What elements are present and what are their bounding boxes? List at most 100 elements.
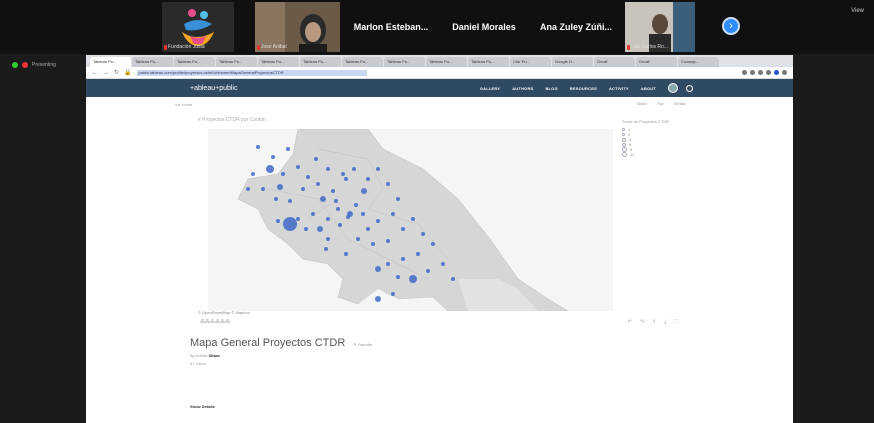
undo-icon[interactable]: ↶ <box>628 319 632 325</box>
project-marker[interactable] <box>386 262 390 266</box>
map-attribution[interactable]: © OpenStreetMap © Mapbox <box>198 310 250 315</box>
project-marker[interactable] <box>344 252 348 256</box>
project-marker[interactable] <box>386 182 390 186</box>
project-marker[interactable] <box>396 197 400 201</box>
browser-tab[interactable]: Tableau Pu... <box>300 57 341 67</box>
participant-tile[interactable]: Fundación Justa <box>162 2 234 52</box>
browser-tab[interactable]: Tableau Pu... <box>426 57 467 67</box>
browser-tab[interactable]: Tableau Pu... <box>132 57 173 67</box>
participant-tile[interactable]: Marlon Esteban... <box>345 2 437 52</box>
browser-tab[interactable]: Tableau Pu... <box>216 57 257 67</box>
download-icon[interactable]: ⤓ <box>664 319 666 325</box>
project-marker[interactable] <box>376 219 380 223</box>
project-marker[interactable] <box>326 237 330 241</box>
project-marker[interactable] <box>386 239 390 243</box>
project-marker[interactable] <box>261 187 265 191</box>
tableau-logo-icon[interactable]: ⁂⁂⁂⁂⁂⁂ <box>200 319 230 325</box>
project-marker[interactable] <box>304 227 308 231</box>
favorite-button[interactable]: Fav <box>657 101 664 106</box>
show-details-link[interactable]: Show Details <box>190 404 215 409</box>
favorite-link[interactable]: ✎ Favorite <box>353 342 372 347</box>
star-icon[interactable] <box>742 70 747 75</box>
fullscreen-icon[interactable]: ⛶ <box>674 319 678 325</box>
project-marker[interactable] <box>326 167 330 171</box>
browser-tab[interactable]: Google D... <box>552 57 593 67</box>
project-marker[interactable] <box>246 187 250 191</box>
menu-icon[interactable] <box>782 70 787 75</box>
project-marker[interactable] <box>334 199 338 203</box>
browser-tab[interactable]: Tableau Pu... <box>342 57 383 67</box>
project-marker[interactable] <box>375 296 381 302</box>
chevron-right-icon[interactable]: › <box>722 17 740 35</box>
view-button[interactable]: View <box>851 8 864 14</box>
search-icon[interactable] <box>686 84 693 92</box>
project-marker[interactable] <box>391 292 395 296</box>
forward-icon[interactable]: → <box>103 70 109 76</box>
project-marker[interactable] <box>341 172 345 176</box>
nav-item-blog[interactable]: BLOG <box>545 86 557 91</box>
project-marker[interactable] <box>336 207 340 211</box>
project-marker[interactable] <box>256 145 260 149</box>
project-marker[interactable] <box>356 237 360 241</box>
share-button[interactable]: Share <box>636 101 647 106</box>
browser-tab[interactable]: Tableau Pu... <box>90 57 131 67</box>
project-marker[interactable] <box>281 172 285 176</box>
browser-tab[interactable]: Ctdr Pu... <box>510 57 551 67</box>
project-marker[interactable] <box>296 165 300 169</box>
project-marker[interactable] <box>361 212 365 216</box>
project-marker[interactable] <box>426 269 430 273</box>
browser-tab[interactable]: Gmail <box>636 57 677 67</box>
project-marker[interactable] <box>283 217 297 231</box>
participant-tile[interactable]: Luis Carlos Ro... <box>625 2 695 52</box>
participant-tile[interactable]: Jose Anibal <box>255 2 340 52</box>
project-marker[interactable] <box>311 212 315 216</box>
url-field[interactable]: public.tableau.com/profile/proyectos.ctd… <box>136 69 367 76</box>
nav-item-authors[interactable]: AUTHORS <box>512 86 533 91</box>
project-marker[interactable] <box>274 197 278 201</box>
breadcrumb[interactable]: Viz Home <box>175 102 192 107</box>
project-marker[interactable] <box>301 187 305 191</box>
tableau-logo[interactable]: +ableau+public <box>190 85 238 92</box>
project-marker[interactable] <box>352 167 356 171</box>
nav-item-resources[interactable]: RESOURCES <box>570 86 597 91</box>
project-marker[interactable] <box>316 182 320 186</box>
extension-icon[interactable] <box>758 70 763 75</box>
project-marker[interactable] <box>306 175 310 179</box>
browser-tab[interactable]: Tableau Pu... <box>258 57 299 67</box>
project-marker[interactable] <box>286 147 290 151</box>
reload-icon[interactable]: ↻ <box>114 69 119 76</box>
project-marker[interactable] <box>441 262 445 266</box>
extension-icon[interactable] <box>750 70 755 75</box>
project-marker[interactable] <box>326 217 330 221</box>
participant-tile[interactable]: Ana Zuley Zúñi... <box>530 2 622 52</box>
back-icon[interactable]: ← <box>92 70 98 76</box>
project-marker[interactable] <box>431 242 435 246</box>
redo-icon[interactable]: ↷ <box>640 319 644 325</box>
costa-rica-map[interactable] <box>208 129 613 311</box>
project-marker[interactable] <box>251 172 255 176</box>
share-icon[interactable]: ⇧ <box>652 319 656 325</box>
project-marker[interactable] <box>271 155 275 159</box>
browser-tab[interactable]: Gmail <box>594 57 635 67</box>
avatar[interactable] <box>668 83 678 93</box>
project-marker[interactable] <box>375 266 381 272</box>
project-marker[interactable] <box>376 167 380 171</box>
project-marker[interactable] <box>411 217 415 221</box>
project-marker[interactable] <box>320 196 326 202</box>
project-marker[interactable] <box>366 177 370 181</box>
extension-icon[interactable] <box>766 70 771 75</box>
project-marker[interactable] <box>347 211 353 217</box>
project-marker[interactable] <box>396 275 400 279</box>
project-marker[interactable] <box>391 212 395 216</box>
project-marker[interactable] <box>266 165 274 173</box>
project-marker[interactable] <box>371 242 375 246</box>
profile-icon[interactable] <box>774 70 779 75</box>
project-marker[interactable] <box>354 203 358 207</box>
author-name[interactable]: Sitara <box>208 353 219 358</box>
project-marker[interactable] <box>277 184 283 190</box>
browser-tab[interactable]: Tableau Pu... <box>468 57 509 67</box>
participant-tile[interactable]: Daniel Morales <box>445 2 523 52</box>
nav-item-about[interactable]: ABOUT <box>641 86 656 91</box>
project-marker[interactable] <box>338 223 342 227</box>
project-marker[interactable] <box>409 275 417 283</box>
